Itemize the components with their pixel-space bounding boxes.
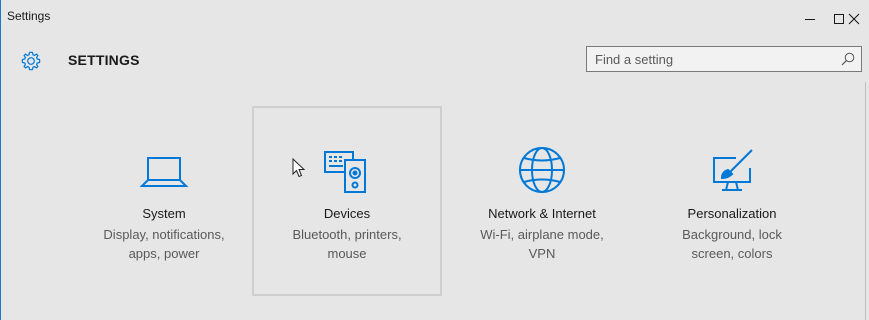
scrollbar-edge (865, 82, 866, 320)
globe-icon (519, 147, 565, 193)
search-input[interactable] (587, 47, 835, 71)
title-bar[interactable]: Settings (1, 0, 869, 38)
settings-window: Settings SETTINGS Find a setting System … (0, 0, 869, 320)
tile-label: Personalization (687, 206, 777, 221)
minimize-icon (805, 19, 815, 20)
window-title: Settings (7, 9, 51, 23)
tile-personalization[interactable]: Personalization Background, lock screen,… (637, 106, 827, 296)
tile-network[interactable]: Network & Internet Wi-Fi, airplane mode,… (447, 106, 637, 296)
tile-label: Devices (323, 206, 371, 221)
settings-header: SETTINGS (1, 38, 869, 82)
tile-devices[interactable]: Devices Bluetooth, printers, mouse (252, 106, 442, 296)
search-icon[interactable] (840, 51, 856, 67)
mouse-cursor-icon (292, 158, 306, 178)
gear-icon (21, 51, 41, 71)
tile-description: Display, notifications, apps, power (103, 227, 225, 261)
tile-label: System (142, 206, 186, 221)
tile-description: Wi-Fi, airplane mode, VPN (480, 227, 604, 261)
tile-system[interactable]: System Display, notifications, apps, pow… (69, 106, 259, 296)
laptop-icon (139, 157, 189, 187)
paintbrush-icon (713, 149, 753, 191)
tile-description: Background, lock screen, colors (682, 227, 782, 261)
close-icon (848, 13, 860, 25)
page-title: SETTINGS (68, 52, 140, 68)
search-box[interactable] (586, 46, 862, 72)
tile-label: Network & Internet (488, 206, 596, 221)
devices-icon (324, 151, 366, 193)
close-button[interactable] (831, 0, 869, 38)
tile-description: Bluetooth, printers, mouse (292, 227, 402, 261)
